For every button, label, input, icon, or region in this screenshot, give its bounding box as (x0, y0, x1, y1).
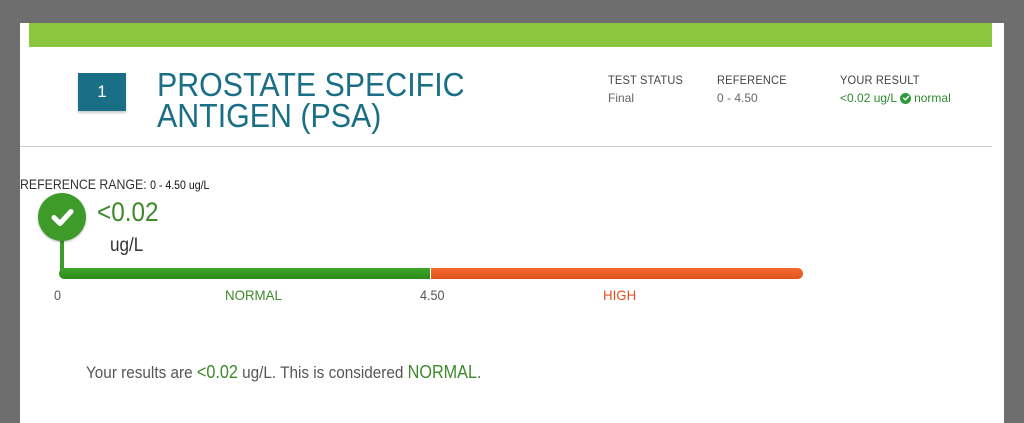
result-summary: Your results are <0.02 ug/L. This is con… (86, 362, 481, 383)
summary-prefix: Your results are (86, 363, 193, 382)
reference-range-label: REFERENCE RANGE: (20, 176, 147, 192)
result-unit: ug/L (110, 235, 144, 256)
accent-bar (29, 23, 992, 47)
your-result-status: normal (914, 91, 951, 105)
check-icon (51, 209, 74, 226)
your-result-value: <0.02 ug/L (840, 91, 898, 105)
test-status-value: Final (608, 91, 635, 105)
test-status-label: TEST STATUS (608, 73, 684, 87)
result-value-large: <0.02 (97, 197, 159, 227)
your-result-value-row: <0.02 ug/L normal (840, 91, 951, 105)
tick-label-max: 4.50 (420, 287, 445, 303)
your-result-label: YOUR RESULT (840, 73, 920, 87)
summary-value: <0.02 (196, 362, 238, 382)
test-number-badge: 1 (78, 73, 126, 111)
reference-label: REFERENCE (717, 73, 787, 87)
result-marker-stem (60, 237, 64, 271)
your-result-column: YOUR RESULT <0.02 ug/L normal (840, 73, 951, 105)
reference-range-value: 0 - 4.50 ug/L (150, 178, 210, 192)
reference-value: 0 - 4.50 (717, 91, 758, 105)
zone-label-high: HIGH (603, 287, 637, 303)
normal-range-bar (59, 268, 430, 279)
result-card: 1 PROSTATE SPECIFIC ANTIGEN (PSA) TEST S… (20, 23, 1004, 423)
test-number: 1 (97, 82, 107, 101)
test-title: PROSTATE SPECIFIC ANTIGEN (PSA) (157, 66, 465, 134)
divider (20, 146, 992, 147)
high-range-bar (431, 268, 803, 279)
check-circle-icon (900, 92, 912, 104)
summary-mid: ug/L. This is considered (242, 363, 404, 382)
reference-column: REFERENCE 0 - 4.50 (717, 73, 793, 105)
reference-range: REFERENCE RANGE: 0 - 4.50 ug/L (20, 176, 209, 192)
zone-label-normal: NORMAL (225, 287, 282, 303)
result-marker (38, 193, 86, 241)
summary-suffix: . (476, 363, 482, 382)
tick-label-min: 0 (54, 287, 62, 303)
summary-verdict: NORMAL (407, 362, 477, 382)
test-status-column: TEST STATUS Final (608, 73, 690, 105)
